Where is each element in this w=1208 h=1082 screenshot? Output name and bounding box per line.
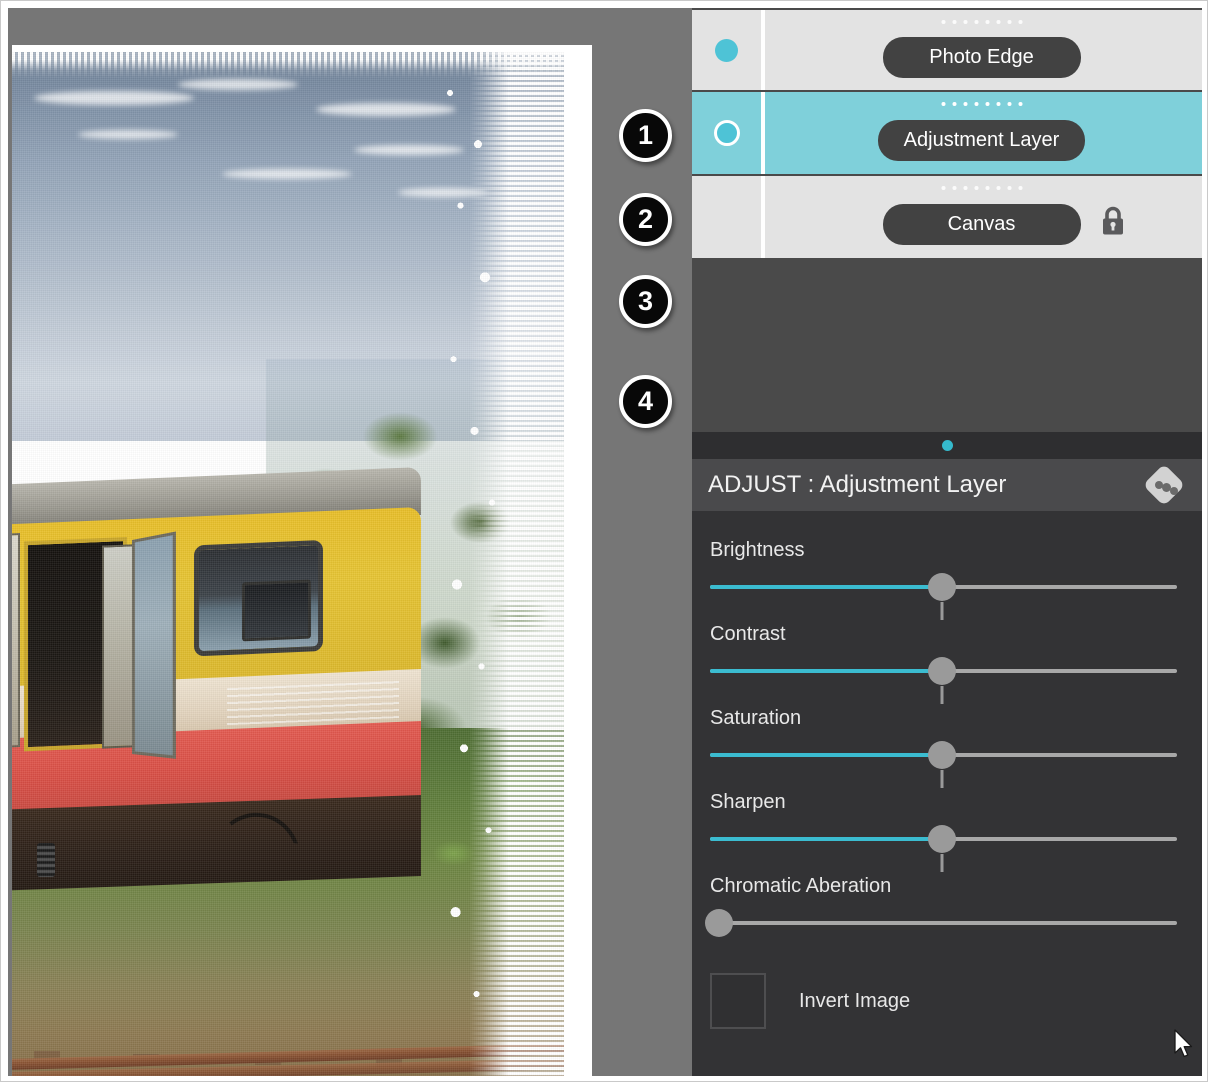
slider-group-sharpen: Sharpen — [692, 791, 1202, 872]
step-badge-1-label: 1 — [637, 120, 654, 150]
adjust-panel-header: ADJUST : Adjustment Layer — [692, 459, 1202, 511]
layer-main-canvas[interactable]: Canvas — [761, 176, 1202, 258]
mouse-pointer-icon — [1173, 1029, 1195, 1061]
step-badge-1: 1 — [619, 109, 672, 162]
slider-center-tick — [940, 854, 944, 872]
visibility-dot-ringed-icon[interactable] — [713, 120, 740, 146]
slider-label-contrast: Contrast — [710, 623, 786, 645]
slider-knob-brightness[interactable] — [928, 573, 957, 601]
slider-label-sharpen: Sharpen — [710, 791, 786, 813]
step-badge-2-label: 2 — [637, 204, 654, 234]
drag-handle-dots-icon[interactable] — [941, 186, 1022, 190]
slider-group-contrast: Contrast — [692, 623, 1202, 704]
adjust-panel-body: Brightness Contrast Saturation Sharpen C… — [692, 511, 1202, 1076]
slider-group-saturation: Saturation — [692, 707, 1202, 788]
layer-row-photo-edge[interactable]: Photo Edge — [692, 8, 1202, 92]
drag-handle-dots-icon[interactable] — [941, 102, 1022, 106]
step-badge-4-label: 4 — [637, 386, 654, 416]
slider-fill — [710, 753, 943, 757]
slider-contrast[interactable] — [710, 657, 1184, 704]
layer-name-pill-adjustment-layer[interactable]: Adjustment Layer — [877, 119, 1086, 161]
step-badge-3: 3 — [619, 275, 672, 328]
photo-railcar — [12, 466, 421, 891]
layer-main-photo-edge[interactable]: Photo Edge — [761, 10, 1202, 90]
preset-gem-icon[interactable] — [1142, 463, 1186, 507]
lock-closed-icon — [1103, 206, 1123, 235]
slider-center-tick — [940, 686, 944, 704]
slider-brightness[interactable] — [710, 573, 1184, 620]
layer-row-canvas[interactable]: Canvas — [692, 176, 1202, 260]
layer-visibility-toggle-canvas[interactable] — [692, 176, 761, 258]
adjust-panel-title: ADJUST : Adjustment Layer — [708, 471, 1007, 498]
layers-empty-area[interactable] — [692, 260, 1202, 432]
slider-label-chromatic-aberation: Chromatic Aberation — [710, 875, 892, 897]
drag-handle-dots-icon[interactable] — [941, 20, 1022, 24]
layer-main-adjustment-layer[interactable]: Adjustment Layer — [761, 92, 1202, 174]
slider-center-tick — [940, 770, 944, 788]
slider-fill — [710, 669, 943, 673]
right-panel: Photo Edge Adjustment Layer Canvas ADJUS… — [692, 8, 1202, 1076]
layer-lock-button-canvas[interactable] — [1098, 205, 1128, 244]
invert-image-row[interactable]: Invert Image — [692, 959, 1202, 1029]
slider-knob-chromatic-aberation[interactable] — [705, 909, 734, 937]
step-badge-2: 2 — [619, 193, 672, 246]
slider-sharpen[interactable] — [710, 825, 1184, 872]
slider-chromatic-aberation[interactable] — [705, 909, 1184, 937]
layer-visibility-toggle-photo-edge[interactable] — [692, 10, 761, 90]
visibility-dot-icon[interactable] — [715, 38, 738, 62]
invert-image-checkbox[interactable] — [710, 973, 766, 1029]
document-photo[interactable] — [12, 52, 564, 1076]
paper-sheet[interactable] — [12, 45, 592, 1076]
photo-edge-speckle — [436, 52, 506, 1076]
canvas-area[interactable]: 1 2 3 4 — [8, 8, 692, 1076]
layer-name-pill-photo-edge[interactable]: Photo Edge — [882, 36, 1081, 78]
slider-knob-sharpen[interactable] — [928, 825, 957, 853]
layer-name-pill-canvas[interactable]: Canvas — [882, 203, 1081, 245]
slider-knob-saturation[interactable] — [928, 741, 957, 769]
slider-knob-contrast[interactable] — [928, 657, 957, 685]
slider-label-brightness: Brightness — [710, 539, 805, 561]
slider-saturation[interactable] — [710, 741, 1184, 788]
step-badge-3-label: 3 — [637, 286, 654, 316]
panel-splitter[interactable] — [692, 432, 1202, 459]
panel-resize-dot-icon[interactable] — [941, 440, 953, 451]
layers-list: Photo Edge Adjustment Layer Canvas — [692, 8, 1202, 260]
layer-visibility-toggle-adjustment-layer[interactable] — [692, 92, 761, 174]
slider-center-tick — [940, 602, 944, 620]
layer-row-adjustment-layer[interactable]: Adjustment Layer — [692, 92, 1202, 176]
slider-group-chromatic-aberation: Chromatic Aberation — [692, 875, 1202, 937]
slider-track[interactable] — [710, 921, 1177, 925]
slider-group-brightness: Brightness — [692, 539, 1202, 620]
slider-fill — [710, 837, 943, 841]
invert-image-label: Invert Image — [799, 989, 911, 1012]
step-badge-4: 4 — [619, 375, 672, 428]
app-window: 1 2 3 4 Photo Edge Adjustment Layer Canv… — [0, 0, 1208, 1082]
slider-fill — [710, 585, 943, 589]
slider-label-saturation: Saturation — [710, 707, 802, 729]
